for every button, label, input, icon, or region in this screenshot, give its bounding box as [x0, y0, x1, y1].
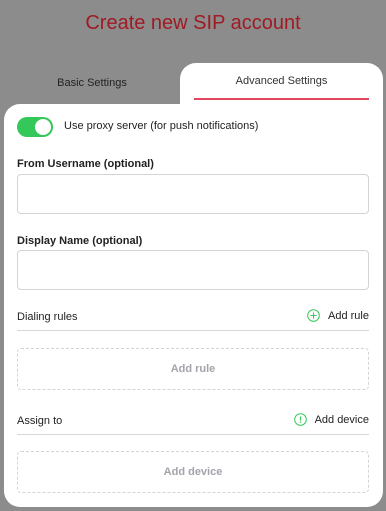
dialing-rules-header: Dialing rules Add rule	[17, 307, 369, 331]
add-rule-button[interactable]: Add rule	[307, 309, 369, 322]
active-tab-indicator	[194, 98, 369, 100]
from-username-input[interactable]	[17, 174, 369, 214]
add-rule-label: Add rule	[328, 309, 369, 322]
assign-to-header: Assign to Add device	[17, 411, 369, 435]
add-device-button[interactable]: Add device	[293, 413, 369, 426]
tab-basic-settings[interactable]: Basic Settings	[4, 63, 180, 103]
add-device-placeholder: Add device	[163, 466, 223, 478]
display-name-label: Display Name (optional)	[17, 235, 143, 247]
add-device-label: Add device	[314, 413, 369, 426]
tab-basic-label: Basic Settings	[57, 77, 127, 89]
add-device-dropzone[interactable]: Add device	[17, 451, 369, 493]
tab-advanced-label: Advanced Settings	[235, 75, 328, 87]
from-username-label: From Username (optional)	[17, 158, 154, 170]
page-title: Create new SIP account	[85, 12, 301, 34]
display-name-input[interactable]	[17, 250, 369, 290]
add-rule-dropzone[interactable]: Add rule	[17, 348, 369, 390]
info-circle-icon	[293, 413, 307, 426]
toggle-knob	[35, 119, 51, 135]
dialing-rules-title: Dialing rules	[17, 311, 78, 323]
add-rule-placeholder: Add rule	[170, 363, 216, 375]
advanced-settings-panel: Use proxy server (for push notifications…	[4, 104, 383, 507]
proxy-toggle[interactable]	[17, 117, 53, 137]
plus-circle-icon	[307, 309, 320, 322]
proxy-toggle-label: Use proxy server (for push notifications…	[64, 120, 259, 132]
assign-to-title: Assign to	[17, 415, 63, 427]
